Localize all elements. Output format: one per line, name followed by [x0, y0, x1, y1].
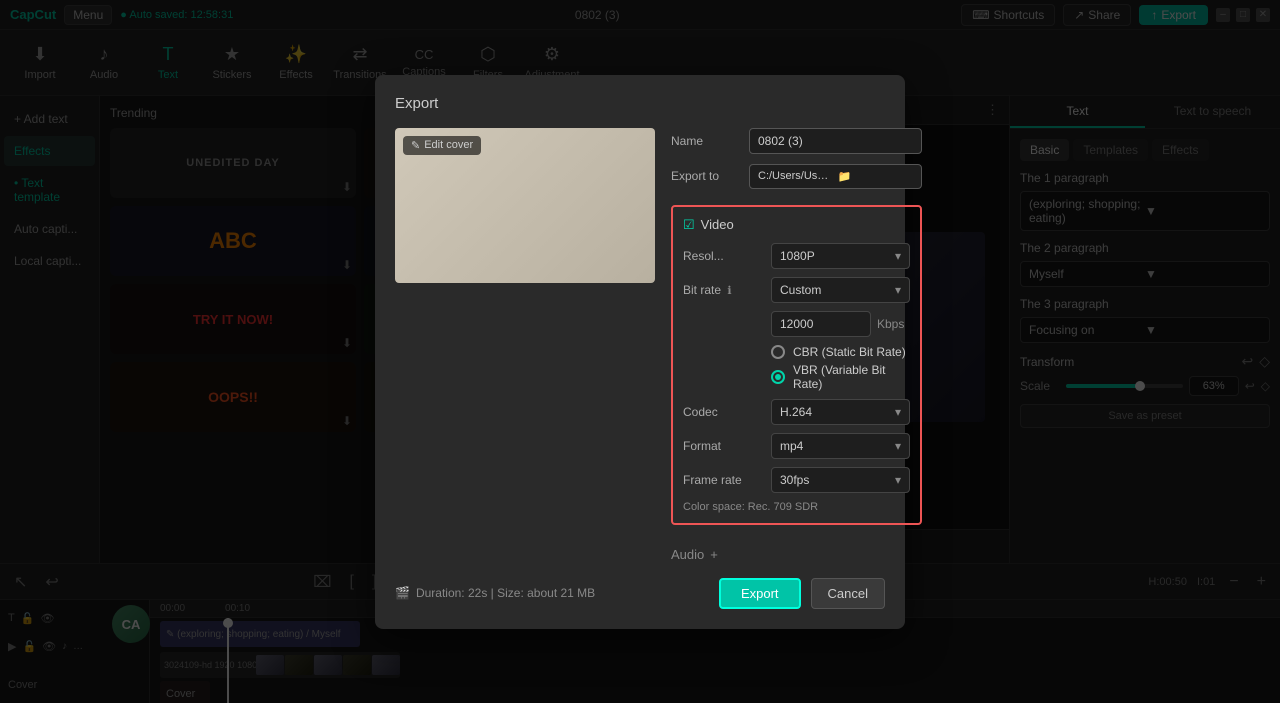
resolution-select[interactable]: 1080P ▾ — [771, 243, 910, 269]
codec-row: Codec H.264 ▾ — [683, 399, 910, 425]
format-select[interactable]: mp4 ▾ — [771, 433, 910, 459]
format-value: mp4 — [780, 439, 803, 453]
resolution-value: 1080P — [780, 249, 815, 263]
plus-icon: + — [710, 547, 718, 562]
modal-form: Name Export to C:/Users/Usman/App... 📁 ☑… — [671, 128, 922, 562]
bitrate-label-text: Bit rate — [683, 283, 721, 297]
film-icon: 🎬 — [395, 586, 410, 600]
bitrate-select[interactable]: Custom ▾ — [771, 277, 910, 303]
cancel-button[interactable]: Cancel — [811, 578, 885, 609]
chevron-down-icon: ▾ — [895, 473, 901, 487]
bitrate-input-row: Kbps — [771, 311, 910, 337]
bitrate-kbps-input[interactable] — [771, 311, 871, 337]
modal-title: Export — [395, 95, 885, 112]
cbr-radio-row: CBR (Static Bit Rate) — [771, 345, 910, 359]
codec-value: H.264 — [780, 405, 812, 419]
edit-icon: ✎ — [411, 139, 420, 152]
cbr-radio[interactable] — [771, 345, 785, 359]
video-checkbox[interactable]: ☑ — [683, 217, 695, 233]
framerate-value: 30fps — [780, 473, 809, 487]
export-button[interactable]: Export — [719, 578, 801, 609]
video-check-row: ☑ Video — [683, 217, 910, 233]
edit-cover-button[interactable]: ✎ Edit cover — [403, 136, 481, 155]
chevron-down-icon: ▾ — [895, 249, 901, 263]
export-modal-overlay: Export ✎ Edit cover Name Export to — [0, 0, 1280, 703]
framerate-label: Frame rate — [683, 473, 763, 487]
name-row: Name — [671, 128, 922, 154]
format-label: Format — [683, 439, 763, 453]
footer-buttons: Export Cancel — [719, 578, 885, 609]
cbr-label: CBR (Static Bit Rate) — [793, 345, 906, 359]
export-path-selector[interactable]: C:/Users/Usman/App... 📁 — [749, 164, 922, 189]
chevron-down-icon: ▾ — [895, 405, 901, 419]
export-modal: Export ✎ Edit cover Name Export to — [375, 75, 905, 629]
export-path-value: C:/Users/Usman/App... — [758, 170, 834, 182]
bitrate-label: Bit rate ℹ — [683, 283, 763, 297]
modal-footer: 🎬 Duration: 22s | Size: about 21 MB Expo… — [395, 578, 885, 609]
duration-size-info: Duration: 22s | Size: about 21 MB — [416, 586, 595, 600]
color-space-info: Color space: Rec. 709 SDR — [683, 501, 910, 513]
audio-section-toggle[interactable]: Audio + — [671, 547, 922, 562]
resolution-label: Resol... — [683, 249, 763, 263]
footer-info: 🎬 Duration: 22s | Size: about 21 MB — [395, 586, 595, 600]
modal-preview: ✎ Edit cover — [395, 128, 655, 283]
folder-icon[interactable]: 📁 — [838, 170, 914, 183]
modal-body: ✎ Edit cover Name Export to C:/Users/Usm… — [395, 128, 885, 562]
video-section: ☑ Video Resol... 1080P ▾ Bit rate ℹ — [671, 205, 922, 525]
radio-dot — [775, 374, 781, 380]
vbr-radio[interactable] — [771, 370, 785, 384]
framerate-select[interactable]: 30fps ▾ — [771, 467, 910, 493]
video-label: Video — [701, 217, 734, 232]
audio-section-label: Audio — [671, 547, 704, 562]
bitrate-info-icon: ℹ — [727, 285, 731, 297]
bitrate-row: Bit rate ℹ Custom ▾ — [683, 277, 910, 303]
framerate-row: Frame rate 30fps ▾ — [683, 467, 910, 493]
edit-cover-label: Edit cover — [424, 139, 473, 151]
chevron-down-icon: ▾ — [895, 283, 901, 297]
name-input[interactable] — [749, 128, 922, 154]
bitrate-unit: Kbps — [877, 317, 904, 331]
format-row: Format mp4 ▾ — [683, 433, 910, 459]
bitrate-value: Custom — [780, 283, 821, 297]
vbr-label: VBR (Variable Bit Rate) — [793, 363, 910, 391]
resolution-row: Resol... 1080P ▾ — [683, 243, 910, 269]
chevron-down-icon: ▾ — [895, 439, 901, 453]
vbr-radio-row: VBR (Variable Bit Rate) — [771, 363, 910, 391]
codec-label: Codec — [683, 405, 763, 419]
export-to-row: Export to C:/Users/Usman/App... 📁 — [671, 164, 922, 189]
codec-select[interactable]: H.264 ▾ — [771, 399, 910, 425]
name-label: Name — [671, 134, 741, 148]
export-to-label: Export to — [671, 169, 741, 183]
